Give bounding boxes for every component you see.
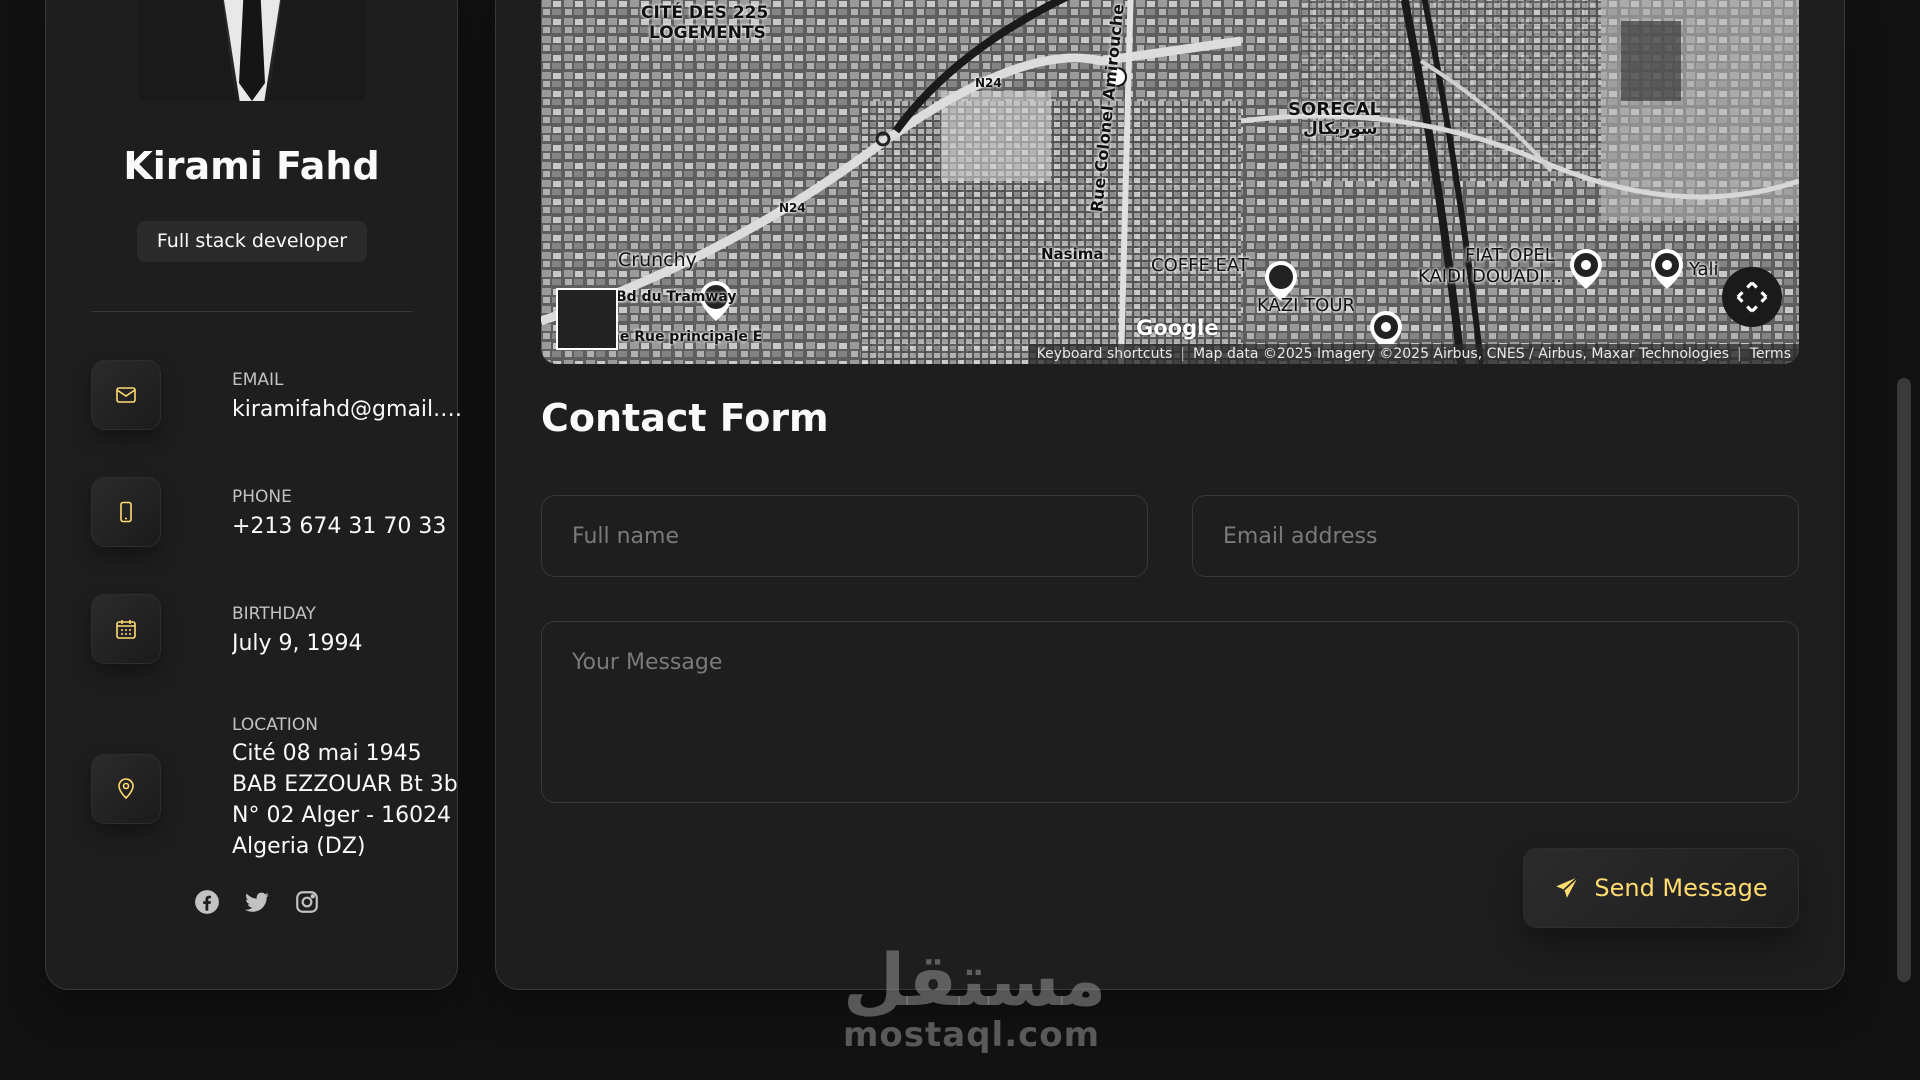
mail-icon — [91, 360, 161, 430]
contact-email: EMAIL kiramifahd@gmail.c... — [91, 360, 467, 432]
instagram-icon[interactable] — [294, 889, 320, 915]
profile-sidebar: Kirami Fahd Full stack developer EMAIL k… — [45, 0, 467, 990]
location-label: LOCATION — [232, 715, 318, 735]
map-label: Bd du Tramway — [616, 289, 737, 305]
satellite-imagery — [541, 0, 1799, 364]
email-link[interactable]: kiramifahd@gmail.c... — [232, 397, 467, 422]
birthday-value: July 9, 1994 — [232, 631, 363, 656]
map-embed[interactable]: CITÉ DES 225 LOGEMENTS SORECAL سوريكال C… — [541, 0, 1799, 364]
send-message-button[interactable]: Send Message — [1523, 848, 1799, 928]
map-data-credit: Map data ©2025 Imagery ©2025 Airbus, CNE… — [1192, 346, 1730, 362]
phone-icon — [91, 477, 161, 547]
map-label: KAZI TOUR — [1257, 295, 1356, 316]
profile-title-badge: Full stack developer — [137, 221, 367, 262]
map-pan-control[interactable] — [1722, 267, 1782, 327]
map-label: CITÉ DES 225 — [641, 3, 769, 23]
contact-phone: PHONE +213 674 31 70 33 — [91, 477, 446, 549]
avatar — [139, 0, 365, 101]
contact-birthday: BIRTHDAY July 9, 1994 — [91, 594, 421, 666]
keyboard-shortcuts-link[interactable]: Keyboard shortcuts — [1037, 346, 1173, 362]
email-label: EMAIL — [232, 370, 284, 390]
contact-location: LOCATION Cité 08 mai 1945 BAB EZZOUAR Bt… — [91, 704, 458, 859]
location-pin-icon — [91, 754, 161, 824]
send-icon — [1556, 876, 1579, 898]
map-attribution: Keyboard shortcuts | Map data ©2025 Imag… — [1028, 344, 1799, 364]
twitter-icon[interactable] — [244, 889, 270, 915]
map-label: SORECAL — [1288, 99, 1382, 120]
map-label: LOGEMENTS — [649, 23, 766, 43]
profile-name: Kirami Fahd — [123, 144, 380, 188]
message-textarea[interactable] — [541, 621, 1799, 803]
form-title: Contact Form — [541, 396, 829, 440]
location-value: Cité 08 mai 1945 BAB EZZOUAR Bt 3b N° 02… — [232, 741, 458, 859]
facebook-icon[interactable] — [194, 889, 220, 915]
calendar-icon — [91, 594, 161, 664]
social-links — [194, 889, 320, 915]
map-label: FIAT OPEL — [1465, 245, 1555, 266]
map-label: Yali — [1689, 259, 1719, 280]
watermark-latin: mostaql.com — [843, 1015, 1101, 1055]
map-label: Crunchy — [618, 249, 697, 271]
map-label: COFFE EAT — [1151, 255, 1249, 276]
full-name-input[interactable] — [541, 495, 1148, 577]
map-label: N24 — [779, 201, 806, 215]
map-label: N24 — [975, 76, 1002, 90]
contact-panel: CITÉ DES 225 LOGEMENTS SORECAL سوريكال C… — [495, 0, 1845, 990]
email-input[interactable] — [1192, 495, 1799, 577]
page-scrollbar[interactable] — [1897, 378, 1911, 982]
phone-link[interactable]: +213 674 31 70 33 — [232, 514, 467, 539]
birthday-label: BIRTHDAY — [232, 604, 316, 624]
map-label: KAIDI DOUADI... — [1418, 266, 1562, 287]
terms-link[interactable]: Terms — [1750, 346, 1791, 362]
watermark-arabic: مستقل — [843, 938, 1107, 1022]
map-label: Nasima — [1041, 245, 1104, 263]
map-type-toggle[interactable] — [556, 288, 618, 350]
send-message-label: Send Message — [1594, 874, 1768, 902]
map-label: سوريكال — [1303, 119, 1378, 139]
google-logo: Google — [1136, 316, 1219, 340]
watermark: مستقل mostaql.com — [843, 938, 1107, 1055]
phone-label: PHONE — [232, 487, 292, 507]
divider — [91, 311, 413, 312]
